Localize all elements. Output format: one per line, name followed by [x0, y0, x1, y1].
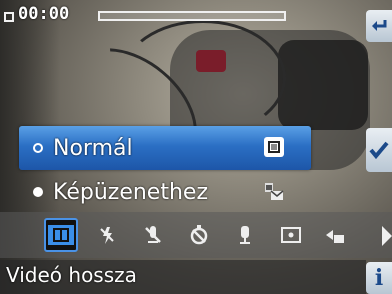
camera-viewfinder: 00:00 i Normál Képüzenethez Videó hossza [0, 0, 392, 294]
microphone-icon [240, 226, 250, 244]
scroll-right-arrow-icon[interactable] [382, 226, 392, 246]
self-timer-off-icon [190, 225, 208, 245]
recording-mode-menu: Normál Képüzenethez [19, 126, 311, 214]
radio-icon [33, 143, 43, 153]
tool-video-mode[interactable] [44, 218, 78, 252]
back-arrow-icon [372, 20, 387, 31]
background-object [278, 40, 368, 130]
menu-item-label: Képüzenethez [53, 179, 208, 205]
message-video-icon [265, 183, 284, 200]
tool-flash[interactable] [90, 218, 124, 252]
checkmark-icon [369, 141, 389, 160]
info-button[interactable]: i [366, 262, 392, 294]
recording-progress-bar [98, 11, 286, 21]
menu-item-normal[interactable]: Normál [19, 126, 311, 170]
menu-item-label: Normál [53, 135, 133, 161]
tool-quality[interactable] [318, 218, 352, 252]
mic-off-icon [145, 226, 161, 243]
back-button[interactable] [366, 10, 392, 42]
settings-toolbar [0, 212, 392, 258]
info-icon: i [374, 265, 384, 291]
tool-self-timer[interactable] [182, 218, 216, 252]
ok-button[interactable] [366, 128, 392, 172]
flash-icon [100, 227, 114, 244]
recording-timer: 00:00 [18, 4, 70, 24]
record-indicator-icon [4, 12, 14, 22]
tool-metering[interactable] [274, 218, 308, 252]
tool-mic-off[interactable] [136, 218, 170, 252]
quality-icon [326, 230, 344, 243]
radio-icon [33, 187, 43, 197]
tool-microphone[interactable] [228, 218, 262, 252]
setting-caption: Videó hossza [6, 263, 137, 287]
caption-bar: Videó hossza [0, 260, 366, 294]
menu-item-message[interactable]: Képüzenethez [19, 170, 311, 214]
spot-metering-icon [281, 227, 301, 243]
video-mode-icon [48, 225, 74, 245]
film-icon [264, 137, 284, 157]
